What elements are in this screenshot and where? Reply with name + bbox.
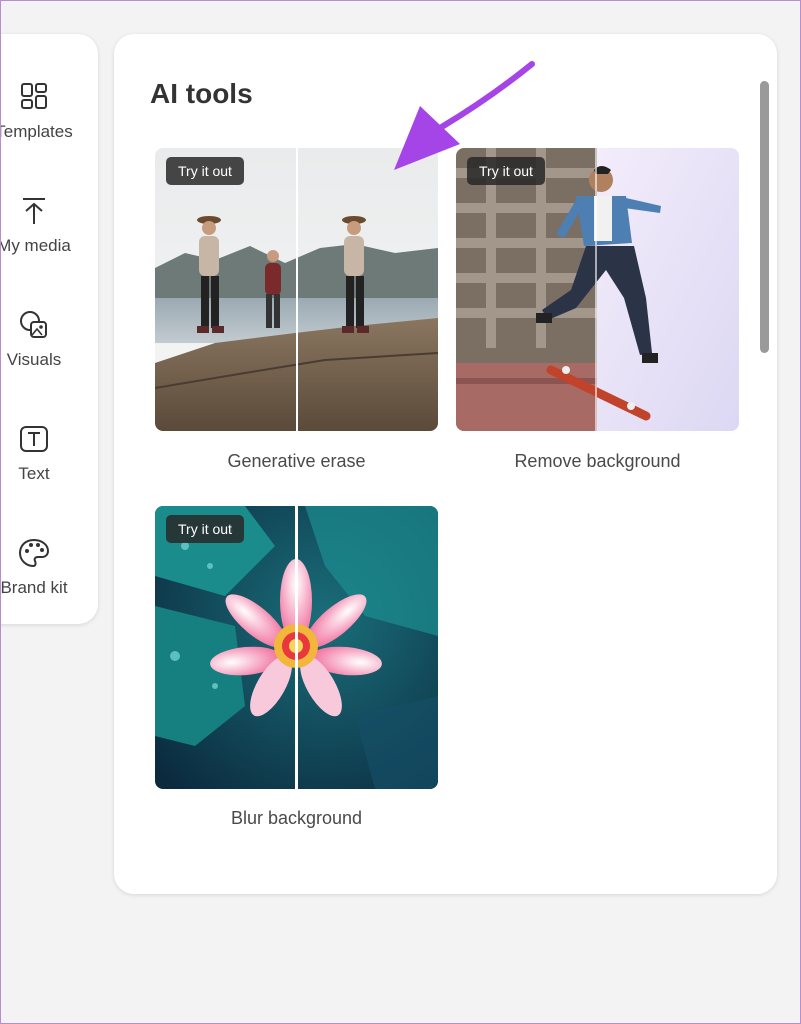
sidebar-item-my-media[interactable]: My media: [0, 178, 98, 278]
sidebar-item-text[interactable]: Text: [0, 406, 98, 506]
panel-title: AI tools: [150, 78, 253, 109]
ai-tools-panel: AI tools Try it out Generative erase Try…: [114, 34, 777, 894]
templates-icon: [21, 83, 47, 109]
generative-erase-thumbnail: [155, 148, 438, 431]
remove-background-card[interactable]: Try it out: [456, 148, 739, 431]
try-it-out-badge: Try it out: [166, 515, 244, 543]
scrollbar[interactable]: [760, 81, 769, 353]
card-caption: Generative erase: [227, 451, 366, 471]
generative-erase-card[interactable]: Try it out: [155, 148, 438, 431]
try-it-out-badge: Try it out: [166, 157, 244, 185]
sidebar-item-label: Visuals: [6, 350, 62, 369]
remove-background-thumbnail: [456, 148, 739, 431]
sidebar-item-label: Brand kit: [0, 578, 68, 597]
card-caption: Blur background: [230, 808, 363, 828]
visuals-icon: [20, 311, 47, 338]
text-icon: [20, 426, 48, 452]
sidebar-item-label: My media: [0, 236, 71, 255]
blur-background-thumbnail: [155, 506, 438, 789]
palette-icon: [18, 538, 50, 568]
sidebar-item-visuals[interactable]: Visuals: [0, 292, 98, 392]
upload-icon: [23, 198, 45, 224]
try-it-out-badge: Try it out: [467, 157, 545, 185]
sidebar-item-label: Templates: [0, 122, 73, 141]
sidebar-item-templates[interactable]: Templates: [0, 64, 98, 164]
sidebar: Templates My media Visuals Text Brand ki…: [0, 34, 98, 624]
sidebar-item-label: Text: [18, 464, 50, 483]
sidebar-item-brand-kit[interactable]: Brand kit: [0, 520, 98, 620]
card-caption: Remove background: [514, 451, 681, 471]
blur-background-card[interactable]: Try it out: [155, 506, 438, 789]
